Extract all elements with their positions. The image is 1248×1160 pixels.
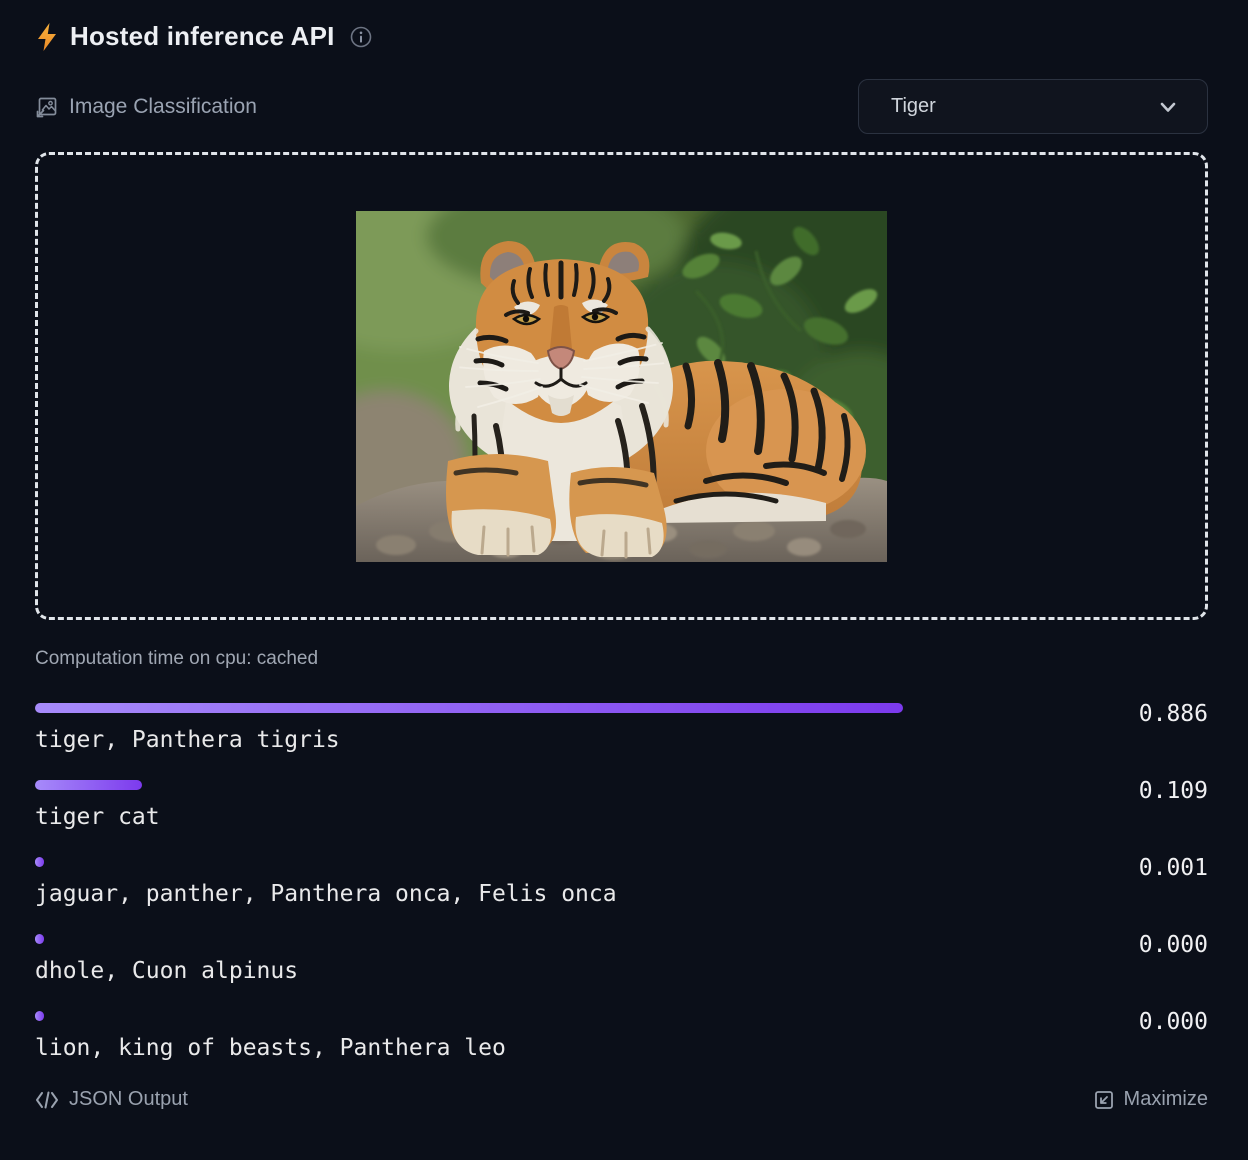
- maximize-label: Maximize: [1124, 1088, 1208, 1111]
- result-row: tiger cat 0.109: [35, 780, 1208, 832]
- chevron-down-icon: [1157, 96, 1179, 118]
- score-bar: [35, 703, 903, 713]
- task-row: Image Classification Tiger: [35, 79, 1208, 134]
- json-output-label: JSON Output: [69, 1088, 188, 1111]
- result-label: dhole, Cuon alpinus: [35, 957, 1208, 986]
- image-classification-icon: [35, 95, 59, 119]
- result-label: jaguar, panther, Panthera onca, Felis on…: [35, 880, 1208, 909]
- result-label: tiger, Panthera tigris: [35, 726, 1208, 755]
- input-image-tiger: [356, 211, 887, 562]
- result-score: 0.109: [1139, 777, 1208, 806]
- selected-example: Tiger: [891, 95, 936, 118]
- score-bar: [35, 1011, 44, 1021]
- score-bar: [35, 857, 44, 867]
- result-score: 0.000: [1139, 931, 1208, 960]
- classification-results: tiger, Panthera tigris 0.886 tiger cat 0…: [35, 703, 1208, 1063]
- widget-footer: JSON Output Maximize: [35, 1088, 1208, 1111]
- maximize-button[interactable]: Maximize: [1094, 1088, 1208, 1111]
- result-score: 0.001: [1139, 854, 1208, 883]
- inference-widget: Hosted inference API Image Classificatio…: [0, 0, 1248, 1160]
- page-title: Hosted inference API: [70, 21, 335, 52]
- computation-time: Computation time on cpu: cached: [35, 646, 1208, 672]
- image-drop-zone[interactable]: [35, 152, 1208, 620]
- info-icon[interactable]: [350, 26, 372, 48]
- maximize-icon: [1094, 1090, 1114, 1110]
- code-icon: [35, 1091, 59, 1109]
- json-output-button[interactable]: JSON Output: [35, 1088, 188, 1111]
- score-bar: [35, 780, 142, 790]
- result-row: tiger, Panthera tigris 0.886: [35, 703, 1208, 755]
- task-label: Image Classification: [69, 95, 257, 119]
- task-link[interactable]: Image Classification: [35, 95, 257, 119]
- example-selector-dropdown[interactable]: Tiger: [858, 79, 1208, 134]
- result-score: 0.000: [1139, 1008, 1208, 1037]
- result-row: lion, king of beasts, Panthera leo 0.000: [35, 1011, 1208, 1063]
- result-row: dhole, Cuon alpinus 0.000: [35, 934, 1208, 986]
- score-bar: [35, 934, 44, 944]
- result-label: tiger cat: [35, 803, 1208, 832]
- result-score: 0.886: [1139, 700, 1208, 729]
- widget-header: Hosted inference API: [35, 0, 1208, 52]
- lightning-bolt-icon: [35, 22, 59, 52]
- result-label: lion, king of beasts, Panthera leo: [35, 1034, 1208, 1063]
- result-row: jaguar, panther, Panthera onca, Felis on…: [35, 857, 1208, 909]
